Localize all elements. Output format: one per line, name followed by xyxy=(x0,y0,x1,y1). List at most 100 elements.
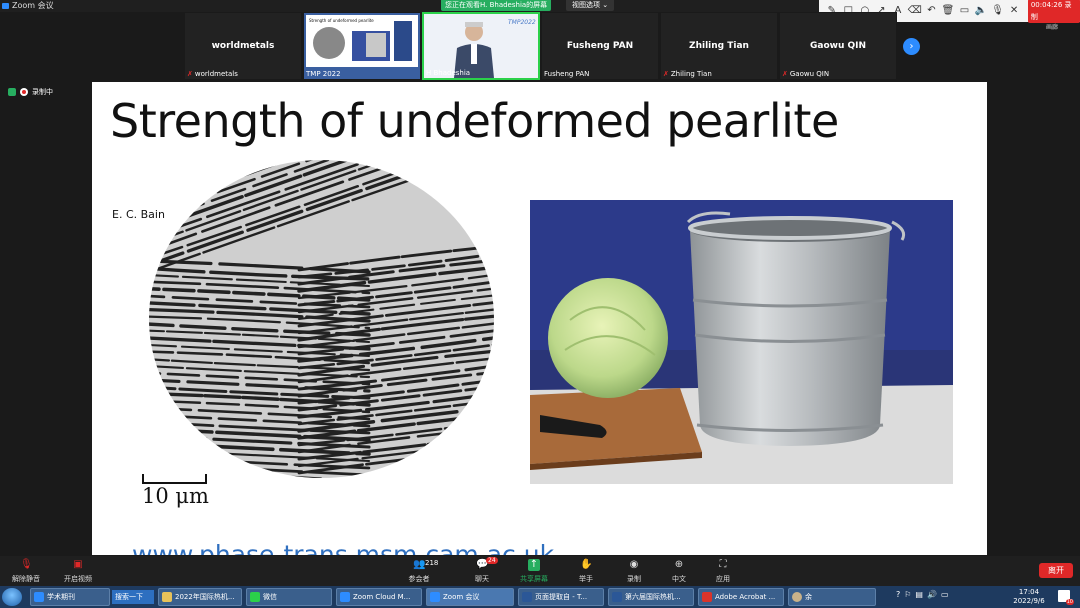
svg-text:TMP2022: TMP2022 xyxy=(508,19,536,26)
participant-footer: Fusheng PAN xyxy=(544,70,590,78)
participant-footer: ✗ Zhiling Tian xyxy=(663,70,712,78)
participant-tile[interactable]: Fusheng PAN Fusheng PAN xyxy=(541,12,659,80)
cabbage-bucket-photo xyxy=(530,200,953,484)
speaker-icon[interactable]: 🔈 xyxy=(974,4,988,18)
participant-tile[interactable]: worldmetals ✗ worldmetals xyxy=(184,12,302,80)
word-icon xyxy=(612,592,622,602)
slide-thumbnail: Strength of undeformed pearlite xyxy=(306,15,418,67)
chat-badge: 24 xyxy=(486,557,498,564)
unmute-button[interactable]: 🎙 解除静音 xyxy=(6,559,46,584)
start-video-button[interactable]: ▣ 开启视频 xyxy=(58,559,98,584)
mic-off-icon: ✗ xyxy=(782,70,788,78)
zoom-window: Zoom 会议 您正在观看H. Bhadeshia的屏幕 视图选项 ⌄ ✎ □ … xyxy=(0,0,1080,608)
zoom-icon xyxy=(340,592,350,602)
taskbar-item[interactable]: 余 xyxy=(788,588,876,606)
mic-off-icon: ✗ xyxy=(187,70,193,78)
scale-bar-label: 10 μm xyxy=(142,484,209,508)
globe-icon: ⊕ xyxy=(674,559,684,570)
clock-date: 2022/9/6 xyxy=(1013,597,1045,605)
eraser-icon[interactable]: ⌫ xyxy=(908,4,922,18)
participant-name: worldmetals xyxy=(211,41,275,51)
window-title: Zoom 会议 xyxy=(12,1,54,10)
participants-count: 218 xyxy=(425,559,439,567)
battery-icon[interactable]: ▭ xyxy=(941,590,949,599)
participant-footer: ✗ Gaowu QIN xyxy=(782,70,830,78)
apps-icon: ⛶ xyxy=(719,559,727,570)
taskbar-item[interactable]: 学术期刊 xyxy=(30,588,110,606)
pearlite-lamellae xyxy=(149,160,494,478)
scale-bar: 10 μm xyxy=(142,474,209,508)
save-icon[interactable]: ▭ xyxy=(958,4,972,18)
participants-button[interactable]: 👥 218 参会者 xyxy=(399,559,439,584)
pearlite-micrograph xyxy=(149,160,494,478)
record-icon: ◉ xyxy=(629,559,639,570)
participant-tile[interactable]: Zhiling Tian ✗ Zhiling Tian xyxy=(660,12,778,80)
hand-icon: ✋ xyxy=(580,559,593,570)
participant-tile[interactable]: Gaowu QIN ✗ Gaowu QIN xyxy=(779,12,897,80)
view-options-button[interactable]: 视图选项 ⌄ xyxy=(566,0,615,11)
notification-count: 10 xyxy=(1065,599,1074,605)
cabbage-bucket-illustration xyxy=(530,200,953,484)
meeting-controls: 🎙 解除静音 ▣ 开启视频 👥 218 参会者 💬 24 聊天 ↑ 共享屏幕 ✋… xyxy=(0,556,1080,586)
taskbar-item[interactable]: 2022年国际热机... xyxy=(158,588,242,606)
share-screen-icon: ↑ xyxy=(528,559,540,571)
recording-label: 录制中 xyxy=(32,88,53,96)
share-banner: 您正在观看H. Bhadeshia的屏幕 xyxy=(441,0,552,11)
video-off-icon: ▣ xyxy=(73,559,83,570)
delete-icon[interactable]: 🗑 xyxy=(941,4,955,18)
taskbar-item[interactable]: 页面提取自 - T... xyxy=(518,588,604,606)
participant-footer: H Bhadeshia xyxy=(426,69,471,77)
start-button[interactable] xyxy=(2,588,22,606)
zoom-app-icon xyxy=(2,3,9,9)
help-icon[interactable]: ? xyxy=(896,590,900,599)
record-dot-icon xyxy=(20,88,28,96)
taskbar-item[interactable]: Zoom Cloud M... xyxy=(336,588,422,606)
svg-text:Strength of undeformed pearlit: Strength of undeformed pearlite xyxy=(309,18,374,23)
taskbar-item-active[interactable]: Zoom 会议 xyxy=(426,588,514,606)
participant-tile-shared-slide[interactable]: Strength of undeformed pearlite TMP 2022 xyxy=(303,12,421,80)
slide-url[interactable]: www.phase-trans.msm.cam.ac.uk xyxy=(132,540,554,555)
notification-icon[interactable]: 10 xyxy=(1058,590,1074,605)
zoom-icon xyxy=(430,592,440,602)
participant-tile-active-speaker[interactable]: TMP2022 H Bhadeshia xyxy=(422,12,540,80)
participant-footer: ✗ worldmetals xyxy=(187,70,238,78)
participants-icon: 👥 xyxy=(413,559,426,570)
taskbar-item[interactable]: Adobe Acrobat ... xyxy=(698,588,784,606)
network-icon[interactable]: ▤ xyxy=(915,590,923,599)
security-shield-icon xyxy=(8,88,16,96)
apps-button[interactable]: ⛶ 应用 xyxy=(703,559,743,584)
share-screen-button[interactable]: ↑ 共享屏幕 xyxy=(514,559,554,584)
participant-name: Gaowu QIN xyxy=(809,41,867,51)
search-box[interactable]: 搜索一下 xyxy=(112,590,154,604)
taskbar-item[interactable]: 第六届国际热机... xyxy=(608,588,694,606)
language-button[interactable]: ⊕ 中文 xyxy=(659,559,699,584)
participant-name: Zhiling Tian xyxy=(689,41,749,51)
acrobat-icon xyxy=(702,592,712,602)
close-icon[interactable]: ✕ xyxy=(1007,4,1021,18)
mic-muted-icon: 🎙 xyxy=(20,559,33,570)
slide-title: Strength of undeformed pearlite xyxy=(110,94,839,148)
next-page-icon[interactable]: › xyxy=(903,38,920,55)
folder-icon xyxy=(162,592,172,602)
leave-button[interactable]: 离开 xyxy=(1039,563,1073,578)
shared-slide: Strength of undeformed pearlite E. C. Ba… xyxy=(92,82,987,555)
gallery-view-label[interactable]: 画廊 xyxy=(1046,22,1058,31)
language-icon[interactable]: ⚐ xyxy=(904,590,911,599)
microphone-icon[interactable]: 🎙 xyxy=(991,4,1005,18)
undo-icon[interactable]: ↶ xyxy=(925,4,939,18)
participant-name: Fusheng PAN xyxy=(566,41,634,51)
system-tray: ? ⚐ ▤ 🔊 ▭ xyxy=(896,590,949,599)
chat-button[interactable]: 💬 24 聊天 xyxy=(462,557,502,584)
wechat-icon xyxy=(250,592,260,602)
raise-hand-button[interactable]: ✋ 举手 xyxy=(566,559,606,584)
scale-bar-line xyxy=(142,474,207,484)
record-button[interactable]: ◉ 录制 xyxy=(614,559,654,584)
browser-icon xyxy=(34,592,44,602)
recording-timer: 00:04:26 录制 xyxy=(1027,0,1080,23)
word-icon xyxy=(522,592,532,602)
participant-footer: TMP 2022 xyxy=(306,70,341,78)
taskbar-clock[interactable]: 17:04 2022/9/6 xyxy=(1008,588,1050,606)
volume-icon[interactable]: 🔊 xyxy=(927,590,937,599)
taskbar-item[interactable]: 微信 xyxy=(246,588,332,606)
clock-time: 17:04 xyxy=(1018,588,1040,596)
